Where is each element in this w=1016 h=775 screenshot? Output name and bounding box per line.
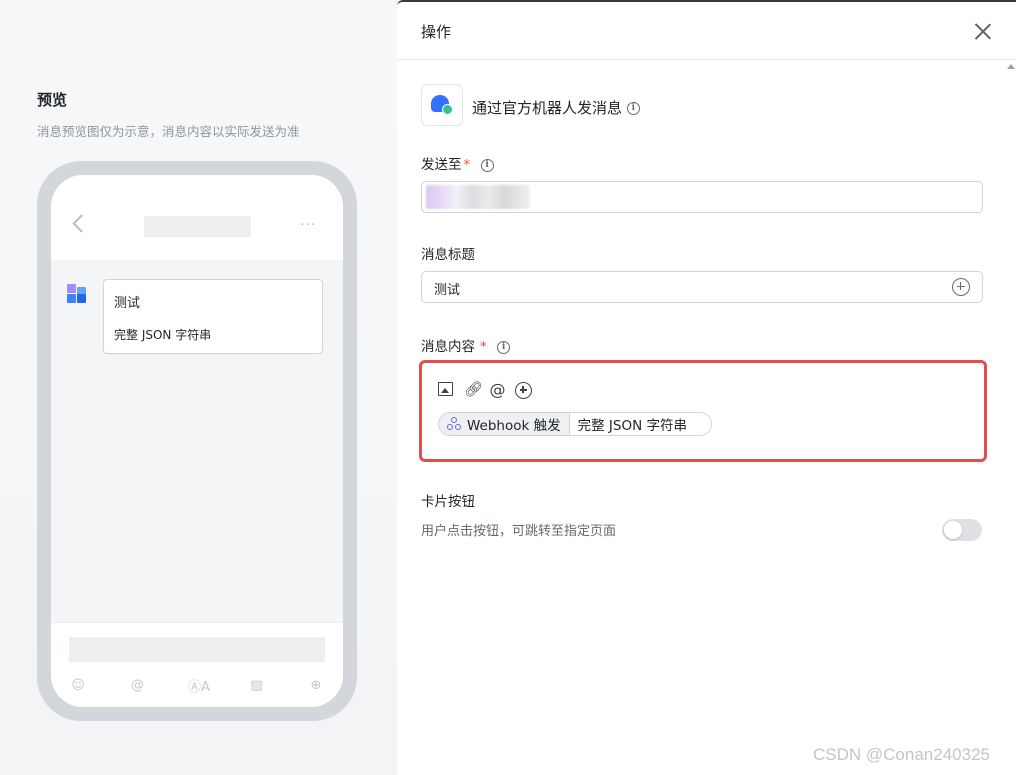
at-icon[interactable]: @: [489, 381, 506, 398]
at-icon: @: [131, 677, 144, 693]
preview-title: 预览: [37, 91, 68, 109]
chip-source-label: Webhook 触发: [467, 418, 561, 434]
webhook-icon: [447, 417, 462, 431]
message-content-editor[interactable]: 🔗︎ @ Webhook 触发 完整 JSON 字符串: [419, 360, 987, 462]
action-name-text: 通过官方机器人发消息: [472, 99, 623, 117]
link-icon[interactable]: 🔗︎: [464, 381, 483, 398]
more-icon: ···: [300, 217, 317, 233]
info-icon[interactable]: i: [497, 340, 511, 354]
message-content-label-text: 消息内容: [421, 339, 475, 355]
preview-subtitle: 消息预览图仅为示意，消息内容以实际发送为准: [37, 124, 300, 139]
close-icon[interactable]: [974, 22, 992, 40]
card-button-description: 用户点击按钮，可跳转至指定页面: [421, 524, 617, 539]
message-title-field[interactable]: 测试: [421, 271, 983, 303]
phone-chat-body: 测试 完整 JSON 字符串: [51, 260, 343, 622]
preview-pane: 预览 消息预览图仅为示意，消息内容以实际发送为准 ··· 测试 完整 JSON …: [0, 0, 397, 775]
variable-chip[interactable]: Webhook 触发 完整 JSON 字符串: [438, 412, 712, 436]
bot-message-icon: [421, 84, 463, 126]
message-title-value: 测试: [434, 283, 461, 298]
back-arrow-icon: [72, 214, 91, 233]
plus-icon[interactable]: [515, 382, 532, 399]
required-mark: *: [463, 157, 471, 173]
send-to-label: 发送至 * i: [421, 153, 494, 173]
emoji-icon: ☺: [71, 677, 85, 693]
message-content-label: 消息内容 * i: [421, 335, 511, 355]
phone-input-toolbar: ☺ @ ⒶA ▨ ⊕: [69, 675, 325, 695]
message-title-label: 消息标题: [421, 247, 475, 263]
bot-avatar-icon: [67, 284, 89, 306]
required-mark: *: [480, 339, 487, 355]
action-drawer: 操作 通过官方机器人发消息 i 发送至 * i 消息标题 测试 消息内容 * i 🔗…: [397, 0, 1016, 775]
send-to-field[interactable]: [421, 181, 983, 213]
card-body: 完整 JSON 字符串: [114, 328, 212, 342]
scroll-up-arrow-icon[interactable]: [1007, 64, 1015, 69]
image-icon: ▨: [250, 677, 263, 693]
toggle-knob: [944, 521, 962, 539]
info-icon[interactable]: i: [626, 102, 640, 115]
drawer-title: 操作: [421, 23, 452, 41]
card-title: 测试: [114, 296, 141, 311]
info-icon[interactable]: i: [480, 158, 494, 172]
redacted-recipient: [426, 185, 530, 209]
action-name: 通过官方机器人发消息 i: [472, 97, 640, 118]
card-button-toggle[interactable]: [942, 519, 982, 541]
chip-source: Webhook 触发: [439, 413, 570, 435]
insert-variable-icon[interactable]: [952, 278, 970, 296]
phone-input-area: ☺ @ ⒶA ▨ ⊕: [51, 622, 343, 707]
message-card-preview: 测试 完整 JSON 字符串: [103, 279, 323, 354]
phone-mockup: ··· 测试 完整 JSON 字符串 ☺ @ ⒶA ▨ ⊕: [37, 161, 357, 721]
font-icon: ⒶA: [188, 679, 210, 695]
card-button-label: 卡片按钮: [421, 494, 475, 510]
phone-screen: ··· 测试 完整 JSON 字符串 ☺ @ ⒶA ▨ ⊕: [51, 175, 343, 707]
watermark: CSDN @Conan240325: [813, 745, 990, 764]
chip-field: 完整 JSON 字符串: [569, 413, 711, 435]
plus-icon: ⊕: [310, 677, 322, 693]
send-to-label-text: 发送至: [421, 157, 462, 173]
image-icon[interactable]: [438, 382, 453, 396]
phone-input-placeholder: [69, 637, 325, 662]
phone-chat-header: ···: [51, 175, 343, 260]
chat-title-placeholder: [144, 216, 251, 237]
drawer-header: 操作: [397, 2, 1016, 60]
